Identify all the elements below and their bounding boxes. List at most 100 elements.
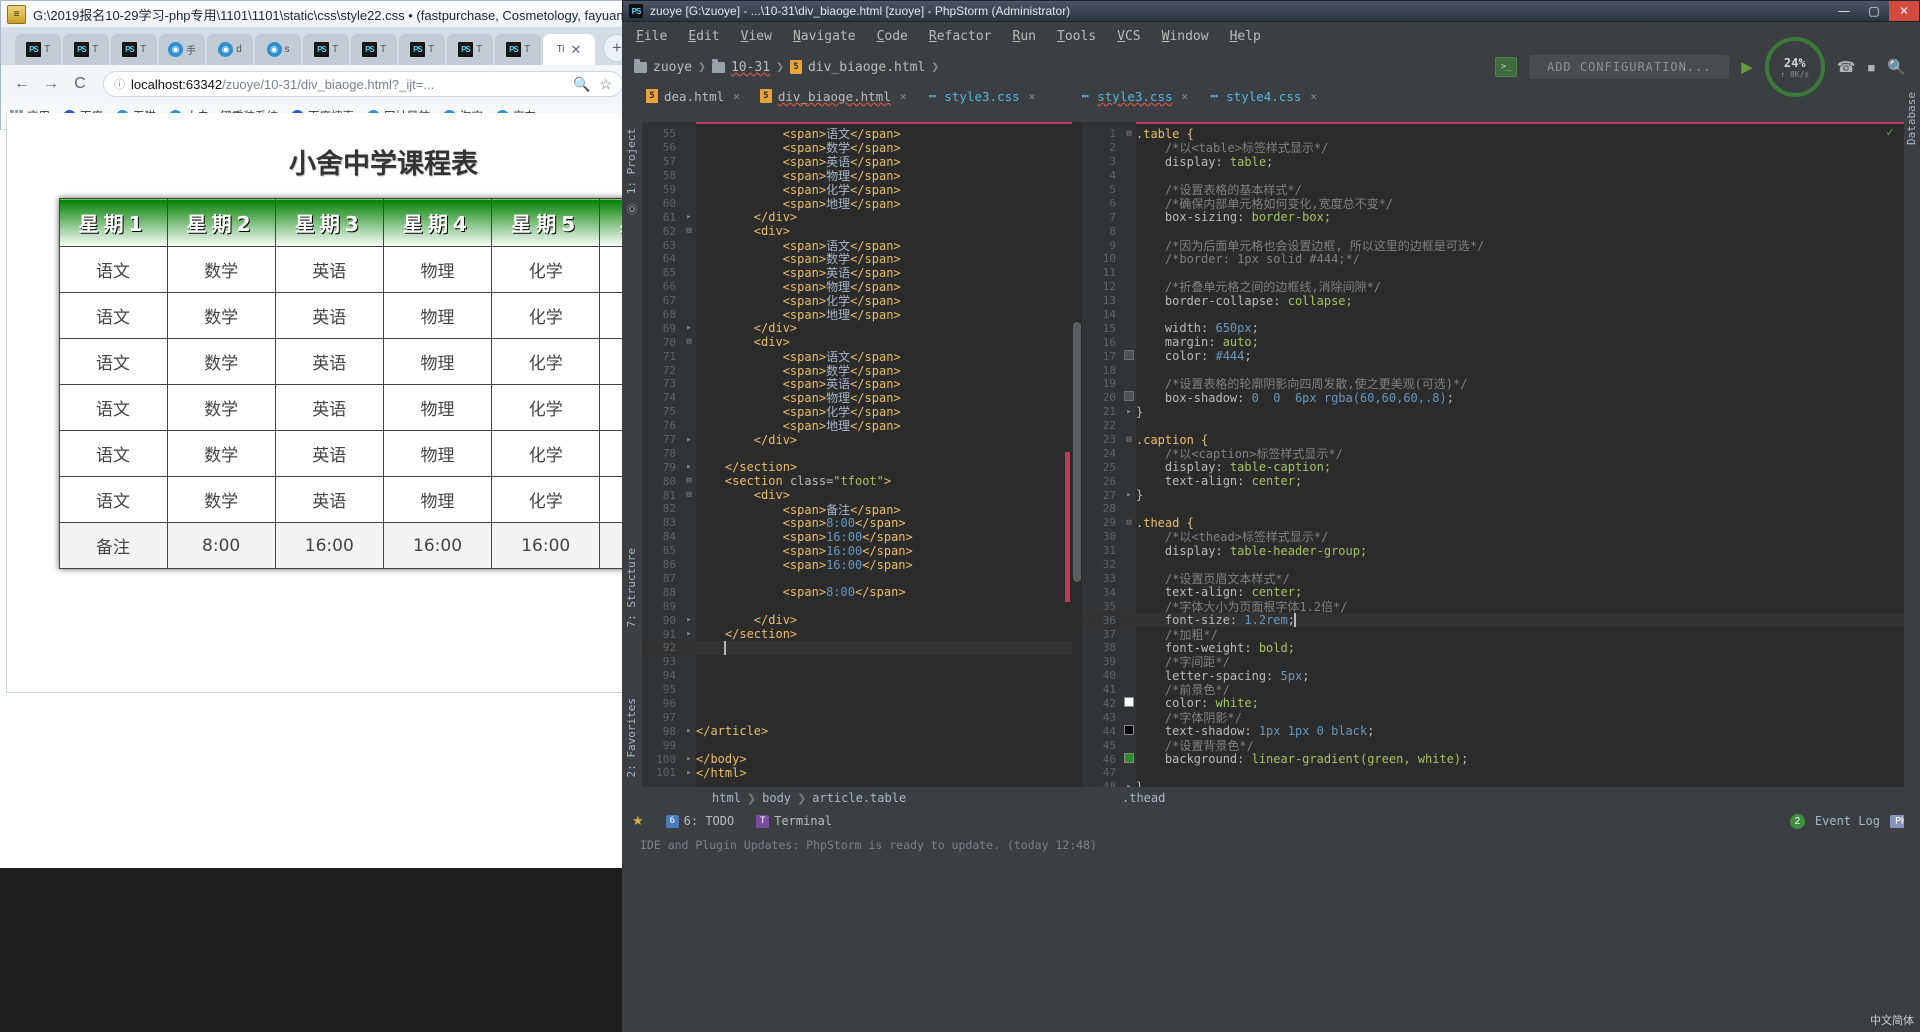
browser-tab-10[interactable]: PS T xyxy=(495,34,541,65)
fold-marker[interactable]: ▸ xyxy=(682,726,696,736)
editor-tab-4[interactable]: ⋯ style4.css ✕ xyxy=(1198,84,1327,108)
breadcrumb[interactable]: zuoye ❯ 10-31 ❯ 5 div_biaoge.html ❯ xyxy=(634,58,939,75)
menu-vcs[interactable]: VCS xyxy=(1117,29,1140,44)
fold-marker[interactable]: ▸ xyxy=(682,615,696,625)
browser-tab-9[interactable]: PS T xyxy=(447,34,493,65)
breadcrumb-folder[interactable]: 10-31 xyxy=(731,60,770,75)
menu-view[interactable]: View xyxy=(741,29,772,44)
html-error-stripe[interactable] xyxy=(1065,452,1070,602)
code-text: </article> xyxy=(696,724,769,739)
fold-marker[interactable]: ▸ xyxy=(1122,407,1136,417)
fold-marker[interactable]: ▸ xyxy=(682,323,696,333)
tool-window-project[interactable]: 1: Project xyxy=(625,128,638,194)
fold-marker[interactable] xyxy=(1122,696,1136,710)
tool-window-todo[interactable]: 6 6: TODO xyxy=(665,814,734,828)
reload-icon[interactable]: C xyxy=(67,71,93,97)
browser-tab-2[interactable]: PS T xyxy=(111,34,157,65)
close-icon[interactable]: ✕ xyxy=(1310,90,1317,103)
close-button[interactable]: ✕ xyxy=(1889,1,1919,21)
bc-thead[interactable]: .thead xyxy=(1122,791,1165,805)
favorites-star-icon[interactable]: ★ xyxy=(632,813,644,829)
address-bar[interactable]: ⓘ localhost:63342/zuoye/10-31/div_biaoge… xyxy=(103,71,623,97)
fold-marker[interactable] xyxy=(1122,349,1136,363)
browser-tab-6[interactable]: PS T xyxy=(303,34,349,65)
css-code-editor[interactable]: ✓ 1 ⊟ .table {2 /*以<table>标签样式显示*/3 displa… xyxy=(1082,122,1920,787)
fold-marker[interactable]: ⊟ xyxy=(1122,518,1136,528)
bookmark-star-icon[interactable]: ☆ xyxy=(599,76,612,93)
close-icon[interactable]: ✕ xyxy=(571,42,582,58)
right-tool-window-strip[interactable]: Database xyxy=(1904,84,1920,992)
editor-tab-0[interactable]: 5 dea.html ✕ xyxy=(636,84,750,108)
fold-marker[interactable]: ⊟ xyxy=(682,226,696,236)
fold-marker[interactable]: ▸ xyxy=(682,462,696,472)
minimize-button[interactable]: — xyxy=(1829,1,1859,21)
browser-tab-4[interactable]: ◉ d xyxy=(207,34,253,65)
menu-run[interactable]: Run xyxy=(1013,29,1036,44)
bc-body[interactable]: body xyxy=(762,791,791,805)
browser-tab-5[interactable]: ◉ s xyxy=(255,34,301,65)
close-icon[interactable]: ✕ xyxy=(1182,90,1189,103)
menu-code[interactable]: Code xyxy=(877,29,908,44)
run-icon[interactable]: ▶ xyxy=(1741,58,1753,76)
zoom-icon[interactable]: 🔍 xyxy=(573,76,590,93)
close-icon[interactable]: ✕ xyxy=(1029,90,1036,103)
fold-marker[interactable]: ▸ xyxy=(682,435,696,445)
browser-tab-7[interactable]: PS T xyxy=(351,34,397,65)
terminal-run-icon[interactable]: >_ xyxy=(1495,57,1518,77)
stop-icon[interactable]: ■ xyxy=(1867,60,1875,75)
tool-window-database[interactable]: Database xyxy=(1905,92,1918,145)
editor-tab-3[interactable]: ⋯ style3.css ✕ xyxy=(1069,84,1198,108)
left-tool-window-strip[interactable]: 1: Project Ⓞ 7: Structure 2: Favorites xyxy=(622,122,642,787)
fold-marker[interactable] xyxy=(1122,752,1136,766)
phone-icon[interactable]: ☎ xyxy=(1837,58,1856,76)
fold-marker[interactable]: ⊟ xyxy=(682,337,696,347)
breadcrumb-project[interactable]: zuoye xyxy=(653,60,692,75)
breadcrumb-file[interactable]: div_biaoge.html xyxy=(808,60,925,75)
html-code-editor[interactable]: 55 <span>语文</span> 56 <span>数学</span> 57 <… xyxy=(642,122,1082,787)
fold-marker[interactable]: ⊟ xyxy=(682,476,696,486)
fold-marker[interactable]: ⊟ xyxy=(682,490,696,500)
browser-tab-1[interactable]: PS T xyxy=(63,34,109,65)
editor-tab-2[interactable]: ⋯ style3.css ✕ xyxy=(916,84,1045,108)
browser-tab-3[interactable]: ◉ 手 xyxy=(159,34,205,65)
site-info-icon[interactable]: ⓘ xyxy=(114,76,125,92)
html-editor-scrollbar[interactable] xyxy=(1072,122,1082,787)
back-icon[interactable]: ← xyxy=(9,71,35,97)
code-line: 22 xyxy=(1082,419,1920,433)
forward-icon[interactable]: → xyxy=(38,71,64,97)
tool-window-favorites[interactable]: 2: Favorites xyxy=(625,698,638,777)
fold-marker[interactable]: ▸ xyxy=(682,768,696,778)
maven-icon[interactable]: Ⓞ xyxy=(625,202,639,216)
bc-article[interactable]: article.table xyxy=(812,791,906,805)
menu-refactor[interactable]: Refactor xyxy=(929,29,992,44)
add-configuration-button[interactable]: ADD CONFIGURATION... xyxy=(1529,55,1730,79)
menu-help[interactable]: Help xyxy=(1230,29,1261,44)
menu-edit[interactable]: Edit xyxy=(688,29,719,44)
maximize-button[interactable]: ▢ xyxy=(1859,1,1889,21)
fold-marker[interactable]: ▸ xyxy=(682,754,696,764)
search-icon[interactable]: 🔍 xyxy=(1887,58,1906,76)
menu-tools[interactable]: Tools xyxy=(1057,29,1096,44)
editor-tab-1[interactable]: 5 div_biaoge.html ✕ xyxy=(750,84,917,108)
menu-navigate[interactable]: Navigate xyxy=(793,29,856,44)
tool-window-terminal[interactable]: T Terminal xyxy=(756,814,832,828)
menu-file[interactable]: File xyxy=(636,29,667,44)
fold-marker[interactable]: ▸ xyxy=(1122,490,1136,500)
browser-tab-11[interactable]: Ti ✕ xyxy=(543,34,595,65)
browser-tab-0[interactable]: PS T xyxy=(15,34,61,65)
browser-tab-8[interactable]: PS T xyxy=(399,34,445,65)
fold-marker[interactable]: ▸ xyxy=(682,212,696,222)
tool-window-structure[interactable]: 7: Structure xyxy=(625,548,638,627)
fold-marker[interactable] xyxy=(1122,724,1136,738)
menu-window[interactable]: Window xyxy=(1162,29,1209,44)
bc-html[interactable]: html xyxy=(712,791,741,805)
fold-marker[interactable]: ▸ xyxy=(682,629,696,639)
close-icon[interactable]: ✕ xyxy=(900,90,907,103)
close-icon[interactable]: ✕ xyxy=(733,90,740,103)
event-log-label[interactable]: Event Log xyxy=(1815,814,1880,828)
fold-marker[interactable]: ⊟ xyxy=(1122,129,1136,139)
fold-marker[interactable]: ⊟ xyxy=(1122,435,1136,445)
code-text: border-collapse: collapse; xyxy=(1164,293,1353,308)
editor-tab-label: style3.css xyxy=(944,88,1020,104)
fold-marker[interactable] xyxy=(1122,391,1136,404)
